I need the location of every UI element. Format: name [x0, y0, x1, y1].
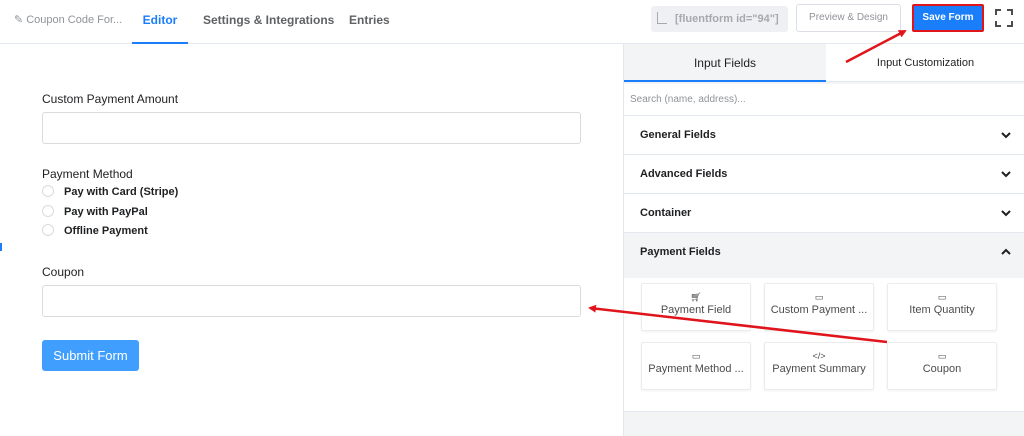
tab-settings-integrations[interactable]: Settings & Integrations: [203, 0, 334, 44]
coupon-label: Coupon: [42, 265, 85, 279]
field-search-input[interactable]: Search (name, address)...: [624, 84, 1024, 116]
fullscreen-icon[interactable]: [995, 9, 1013, 27]
field-card-label: Coupon: [922, 363, 962, 375]
coupon-icon: ▭: [937, 351, 947, 361]
fields-sidebar: Input Fields Input Customization Search …: [623, 44, 1024, 436]
payment-option-label: Pay with Card (Stripe): [64, 186, 179, 198]
field-card-label: Custom Payment ...: [770, 304, 868, 316]
payment-option-label: Offline Payment: [64, 225, 148, 237]
field-card-payment-summary[interactable]: </> Payment Summary: [764, 342, 874, 390]
radio-icon: [42, 224, 54, 236]
payment-fields-grid: 🛒︎ Payment Field ▭ Custom Payment ... ▭ …: [624, 278, 1024, 412]
custom-payment-amount-input[interactable]: [42, 112, 581, 144]
form-title[interactable]: ✎ Coupon Code For...: [14, 0, 122, 44]
preview-design-button[interactable]: Preview & Design: [796, 4, 901, 32]
field-card-coupon[interactable]: ▭ Coupon: [887, 342, 997, 390]
shortcode-copy[interactable]: [fluentform id="94"]: [651, 6, 788, 32]
shortcode-text: [fluentform id="94"]: [675, 13, 779, 25]
section-general-fields[interactable]: General Fields: [624, 116, 1024, 155]
card-icon: ▭: [814, 292, 824, 302]
tab-entries[interactable]: Entries: [349, 0, 390, 44]
payment-option-stripe[interactable]: Pay with Card (Stripe): [42, 185, 178, 199]
card-icon: ▭: [937, 292, 947, 302]
section-advanced-fields[interactable]: Advanced Fields: [624, 155, 1024, 194]
section-label: General Fields: [640, 129, 716, 141]
radio-icon: [42, 205, 54, 217]
coupon-input[interactable]: [42, 285, 581, 317]
field-card-label: Payment Method ...: [648, 363, 744, 375]
tab-input-fields[interactable]: Input Fields: [624, 44, 826, 82]
section-label: Advanced Fields: [640, 168, 728, 180]
field-card-label: Item Quantity: [909, 304, 975, 316]
field-card-item-quantity[interactable]: ▭ Item Quantity: [887, 283, 997, 331]
section-payment-fields[interactable]: Payment Fields: [624, 233, 1024, 278]
chevron-down-icon: [1001, 210, 1011, 217]
section-container[interactable]: Container: [624, 194, 1024, 233]
field-card-payment-field[interactable]: 🛒︎ Payment Field: [641, 283, 751, 331]
tab-editor[interactable]: Editor: [132, 0, 188, 44]
payment-method-label: Payment Method: [42, 167, 133, 181]
field-card-label: Payment Field: [660, 304, 732, 316]
section-label: Payment Fields: [640, 246, 721, 258]
top-bar: ✎ Coupon Code For... Editor Settings & In…: [0, 0, 1024, 44]
chevron-up-icon: [1001, 248, 1011, 255]
payment-option-label: Pay with PayPal: [64, 206, 148, 218]
field-card-label: Payment Summary: [772, 363, 866, 375]
field-card-payment-method[interactable]: ▭ Payment Method ...: [641, 342, 751, 390]
field-card-custom-payment[interactable]: ▭ Custom Payment ...: [764, 283, 874, 331]
cart-icon: 🛒︎: [690, 292, 702, 302]
pencil-icon: ✎: [14, 14, 24, 26]
chevron-down-icon: [1001, 132, 1011, 139]
chevron-down-icon: [1001, 171, 1011, 178]
payment-option-paypal[interactable]: Pay with PayPal: [42, 205, 148, 219]
form-title-text: Coupon Code For...: [26, 14, 123, 26]
custom-payment-amount-label: Custom Payment Amount: [42, 92, 179, 106]
save-form-button[interactable]: Save Form: [912, 4, 984, 32]
clipboard-icon: [657, 12, 667, 24]
canvas-edge-marker: [0, 243, 2, 251]
tab-input-customization[interactable]: Input Customization: [826, 44, 1024, 82]
submit-form-button[interactable]: Submit Form: [42, 340, 139, 371]
section-label: Container: [640, 207, 692, 219]
code-icon: </>: [812, 351, 826, 361]
payment-option-offline[interactable]: Offline Payment: [42, 224, 148, 238]
card-icon: ▭: [691, 351, 701, 361]
form-canvas: Custom Payment Amount Payment Method Pay…: [0, 44, 623, 436]
radio-icon: [42, 185, 54, 197]
